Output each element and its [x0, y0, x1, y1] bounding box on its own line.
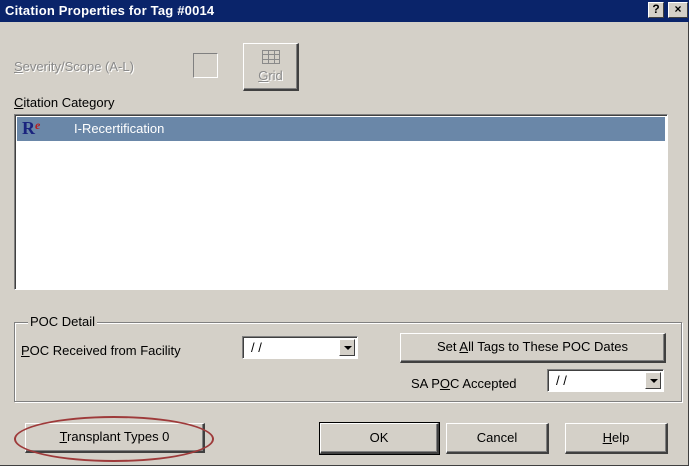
help-button[interactable]: Help	[565, 423, 668, 454]
close-icon: ×	[674, 2, 682, 16]
list-item[interactable]: R e I-Recertification	[17, 117, 665, 141]
grid-icon	[262, 50, 280, 64]
sa-poc-accepted-date-value: / /	[556, 373, 567, 388]
chevron-down-icon	[344, 346, 352, 350]
chevron-down-icon	[650, 379, 658, 383]
sa-poc-accepted-dropdown-button[interactable]	[645, 372, 661, 389]
grid-button-label: Grid	[258, 68, 283, 83]
grid-button[interactable]: Grid	[243, 43, 299, 91]
title-bar: Citation Properties for Tag #0014 ? ×	[0, 0, 689, 22]
help-title-button[interactable]: ?	[648, 2, 664, 18]
poc-received-date-value: / /	[251, 340, 262, 355]
recertification-icon-mark: e	[35, 118, 41, 132]
citation-category-label: Citation Category	[14, 95, 115, 110]
recertification-icon: R	[22, 118, 35, 138]
window-title: Citation Properties for Tag #0014	[5, 3, 215, 18]
citation-properties-dialog: Citation Properties for Tag #0014 ? × Se…	[0, 0, 689, 466]
question-mark-icon: ?	[652, 2, 660, 16]
poc-detail-label: POC Detail	[28, 314, 98, 329]
close-button[interactable]: ×	[668, 2, 688, 18]
poc-received-label: POC Received from Facility	[21, 343, 181, 358]
sa-poc-accepted-date-combo[interactable]: / /	[547, 369, 664, 392]
highlight-circle-annotation	[14, 416, 214, 462]
list-item-label: I-Recertification	[74, 121, 165, 136]
severity-scope-field[interactable]	[193, 53, 218, 78]
poc-received-dropdown-button[interactable]	[339, 339, 355, 356]
sa-poc-accepted-label: SA POC Accepted	[411, 376, 517, 391]
ok-button[interactable]: OK	[319, 422, 440, 455]
citation-category-list[interactable]: R e I-Recertification	[14, 114, 668, 290]
poc-received-date-combo[interactable]: / /	[242, 336, 358, 359]
cancel-button[interactable]: Cancel	[446, 423, 549, 454]
set-all-tags-button[interactable]: Set All Tags to These POC Dates	[400, 333, 666, 363]
severity-scope-label: Severity/Scope (A-L)	[14, 59, 134, 74]
